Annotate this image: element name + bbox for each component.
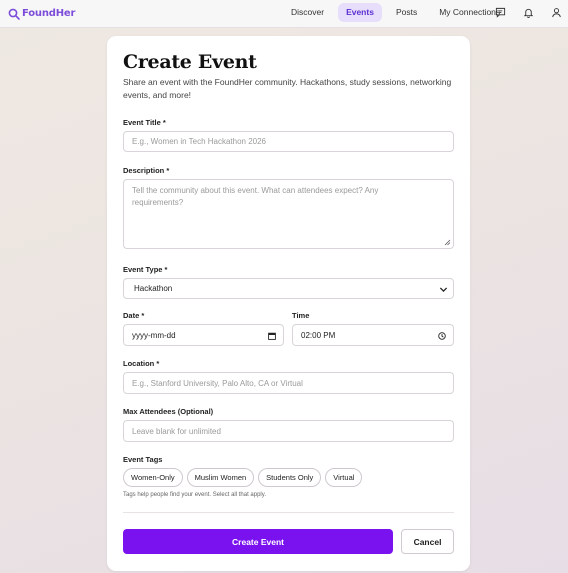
description-textarea[interactable]: Tell the community about this event. Wha… — [123, 179, 454, 249]
clock-icon[interactable] — [438, 332, 446, 340]
nav-link-discover[interactable]: Discover — [283, 3, 332, 22]
time-value: 02:00 PM — [301, 330, 336, 340]
event-type-select[interactable]: Hackathon — [123, 278, 454, 299]
date-label: Date * — [123, 311, 145, 320]
messages-icon[interactable] — [494, 6, 507, 19]
nav-link-posts[interactable]: Posts — [388, 3, 425, 22]
location-label: Location * — [123, 359, 160, 368]
tag-muslim-women[interactable]: Muslim Women — [186, 468, 255, 487]
event-title-label: Event Title * — [123, 118, 166, 127]
tag-women-only[interactable]: Women-Only — [123, 468, 183, 487]
description-placeholder: Tell the community about this event. Wha… — [132, 186, 379, 207]
nav-link-events[interactable]: Events — [338, 3, 382, 22]
page-subtitle: Share an event with the FoundHer communi… — [123, 77, 452, 100]
divider — [123, 512, 454, 513]
create-event-card: Create Event Share an event with the Fou… — [107, 36, 470, 571]
time-label: Time — [292, 311, 310, 320]
user-icon[interactable] — [550, 6, 563, 19]
tag-virtual[interactable]: Virtual — [325, 468, 363, 487]
event-tags-group: Women-Only Muslim Women Students Only Vi… — [123, 468, 366, 487]
brand-logo[interactable]: FoundHer — [7, 7, 75, 21]
search-logo-icon — [8, 8, 20, 20]
tags-hint: Tags help people find your event. Select… — [123, 492, 266, 498]
event-tags-label: Event Tags — [123, 455, 163, 464]
chevron-down-icon — [439, 287, 448, 293]
description-label: Description * — [123, 166, 170, 175]
max-attendees-input[interactable]: Leave blank for unlimited — [123, 420, 454, 442]
top-nav: FoundHer Discover Events Posts My Connec… — [0, 0, 568, 28]
nav-links: Discover Events Posts My Connections — [283, 3, 514, 22]
event-type-value: Hackathon — [134, 284, 173, 293]
max-attendees-label: Max Attendees (Optional) — [123, 407, 214, 416]
bell-icon[interactable] — [522, 6, 535, 19]
time-input[interactable]: 02:00 PM — [292, 324, 454, 346]
date-input[interactable]: yyyy-mm-dd — [123, 324, 284, 346]
page-title: Create Event — [123, 51, 257, 73]
location-input[interactable]: E.g., Stanford University, Palo Alto, CA… — [123, 372, 454, 394]
brand-name: FoundHer — [22, 8, 76, 19]
cancel-button[interactable]: Cancel — [401, 529, 454, 554]
event-type-label: Event Type * — [123, 265, 168, 274]
resize-handle-icon[interactable] — [444, 239, 451, 246]
date-placeholder: yyyy-mm-dd — [132, 330, 176, 340]
nav-icons — [494, 6, 568, 19]
tag-students-only[interactable]: Students Only — [258, 468, 322, 487]
event-title-input[interactable]: E.g., Women in Tech Hackathon 2026 — [123, 131, 454, 152]
calendar-icon[interactable] — [268, 332, 276, 340]
create-event-button[interactable]: Create Event — [123, 529, 393, 554]
